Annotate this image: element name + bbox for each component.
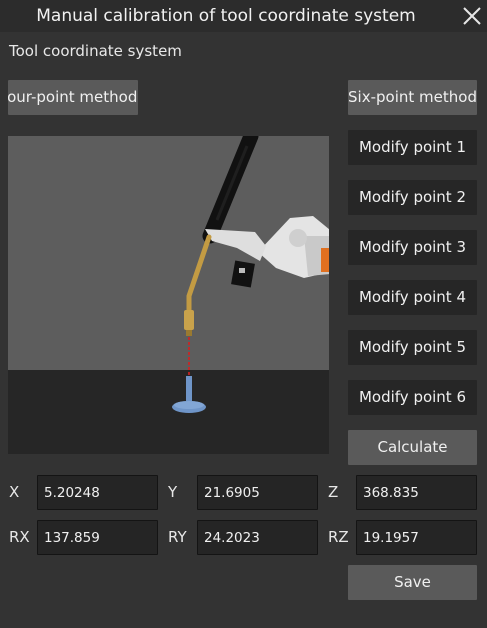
modify-point-2-button[interactable]: Modify point 2 [348,180,477,215]
section-label: Tool coordinate system [9,42,182,60]
rz-field[interactable] [356,520,477,555]
ry-label: RY [168,528,187,546]
y-field[interactable] [197,475,318,510]
modify-point-1-button[interactable]: Modify point 1 [348,130,477,165]
modify-point-4-button[interactable]: Modify point 4 [348,280,477,315]
z-label: Z [328,483,339,501]
window-title: Manual calibration of tool coordinate sy… [36,6,416,26]
close-icon [463,7,481,25]
z-field[interactable] [356,475,477,510]
four-point-method-button[interactable]: Four-point method [8,80,138,115]
rx-field[interactable] [37,520,158,555]
tool-preview-viewport [8,136,329,454]
six-point-method-button[interactable]: Six-point method [348,80,477,115]
rx-label: RX [9,528,30,546]
rz-label: RZ [328,528,349,546]
calculate-button[interactable]: Calculate [348,430,477,465]
save-button[interactable]: Save [348,565,477,600]
robot-tool-preview [8,136,329,454]
modify-point-6-button[interactable]: Modify point 6 [348,380,477,415]
x-field[interactable] [37,475,158,510]
modify-point-3-button[interactable]: Modify point 3 [348,230,477,265]
modify-point-5-button[interactable]: Modify point 5 [348,330,477,365]
close-button[interactable] [461,5,483,27]
x-label: X [9,483,20,501]
y-label: Y [168,483,178,501]
title-bar: Manual calibration of tool coordinate sy… [0,0,487,32]
ry-field[interactable] [197,520,318,555]
